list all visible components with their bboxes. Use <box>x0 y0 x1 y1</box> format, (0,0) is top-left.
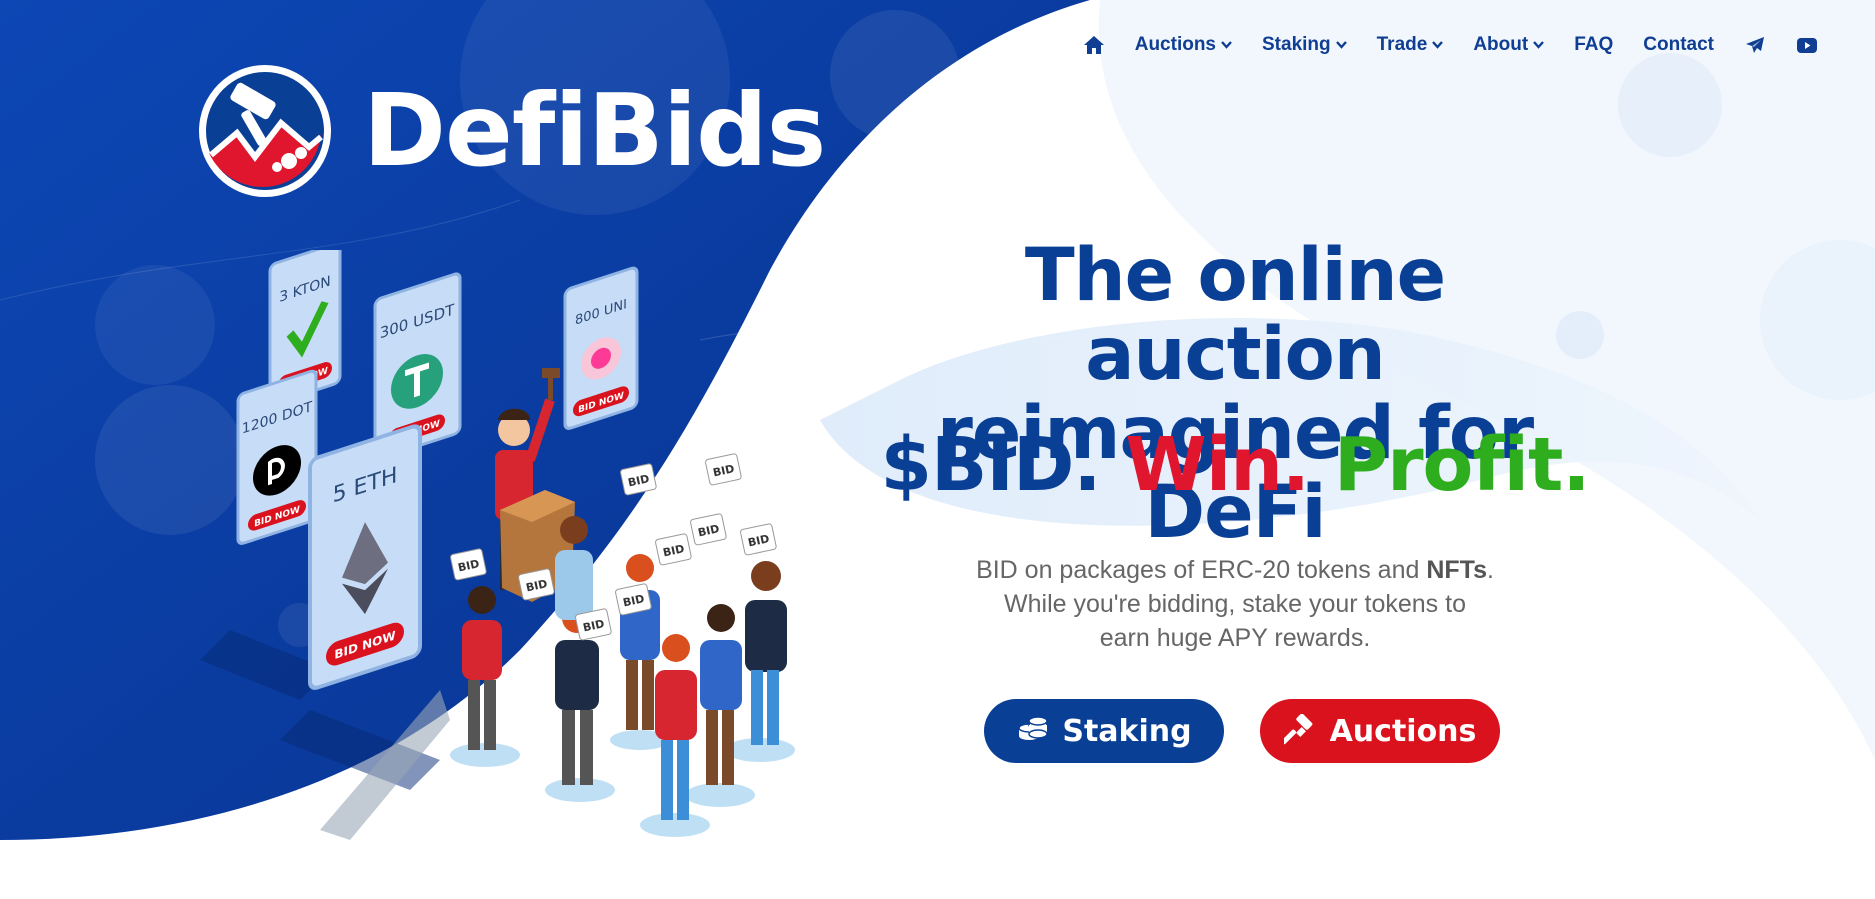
tagline-win: Win. <box>1125 422 1310 508</box>
nav-item-label: Trade <box>1376 34 1428 55</box>
nav-item-contact[interactable]: Contact <box>1643 34 1714 56</box>
brand-name: DefiBids <box>363 72 826 189</box>
nav-item-auctions[interactable]: Auctions <box>1135 34 1232 56</box>
nav-item-faq[interactable]: FAQ <box>1574 34 1613 56</box>
nav-item-label: Contact <box>1643 34 1714 55</box>
description-bold-nfts: NFTs <box>1426 556 1487 584</box>
staking-button[interactable]: Staking <box>984 699 1224 763</box>
nav-item-about[interactable]: About <box>1473 34 1545 56</box>
auctions-button-label: Auctions <box>1329 713 1477 749</box>
nav-item-trade[interactable]: Trade <box>1377 34 1444 56</box>
tagline-profit: Profit. <box>1333 422 1591 508</box>
auction-illustration: 3 KTON BID NOW 300 USDT BID NOW 800 UNI … <box>200 250 795 840</box>
nav-item-label: Staking <box>1262 34 1331 55</box>
headline-line-1: The online auction <box>1024 233 1446 397</box>
chevron-down-icon <box>1335 41 1347 49</box>
main-nav: Auctions Staking Trade About FAQ Contact <box>1083 34 1818 56</box>
description-line-3: earn huge APY rewards. <box>1099 624 1371 652</box>
home-icon[interactable] <box>1083 34 1105 56</box>
token-card-eth: 5 ETH BID NOW <box>308 424 422 690</box>
chevron-down-icon <box>1533 41 1545 49</box>
coins-icon <box>1018 716 1049 740</box>
nav-item-label: About <box>1473 34 1529 55</box>
description-line-2: While you're bidding, stake your tokens … <box>1004 590 1466 618</box>
telegram-icon[interactable] <box>1744 34 1766 56</box>
auctions-button[interactable]: Auctions <box>1260 699 1500 763</box>
chevron-down-icon <box>1221 41 1232 49</box>
gavel-chart-logo-icon <box>199 65 331 197</box>
description-line-1: BID on packages of ERC-20 tokens and NFT… <box>976 556 1494 584</box>
nav-item-label: Auctions <box>1134 34 1216 55</box>
youtube-icon[interactable] <box>1796 34 1818 56</box>
token-card-uni: 800 UNI BID NOW <box>563 266 639 430</box>
hero-description: BID on packages of ERC-20 tokens and NFT… <box>950 553 1520 655</box>
nav-item-label: FAQ <box>1574 34 1614 55</box>
site-logo[interactable]: DefiBids <box>197 63 826 199</box>
chevron-down-icon <box>1432 41 1444 49</box>
gavel-icon <box>1283 714 1312 745</box>
staking-button-label: Staking <box>1062 713 1192 749</box>
token-card-dot: 1200 DOT BID NOW <box>236 369 318 545</box>
tagline-bid: $BID. <box>880 422 1102 508</box>
nav-item-staking[interactable]: Staking <box>1262 34 1347 56</box>
hero-tagline: $BID. Win. Profit. <box>880 422 1591 508</box>
